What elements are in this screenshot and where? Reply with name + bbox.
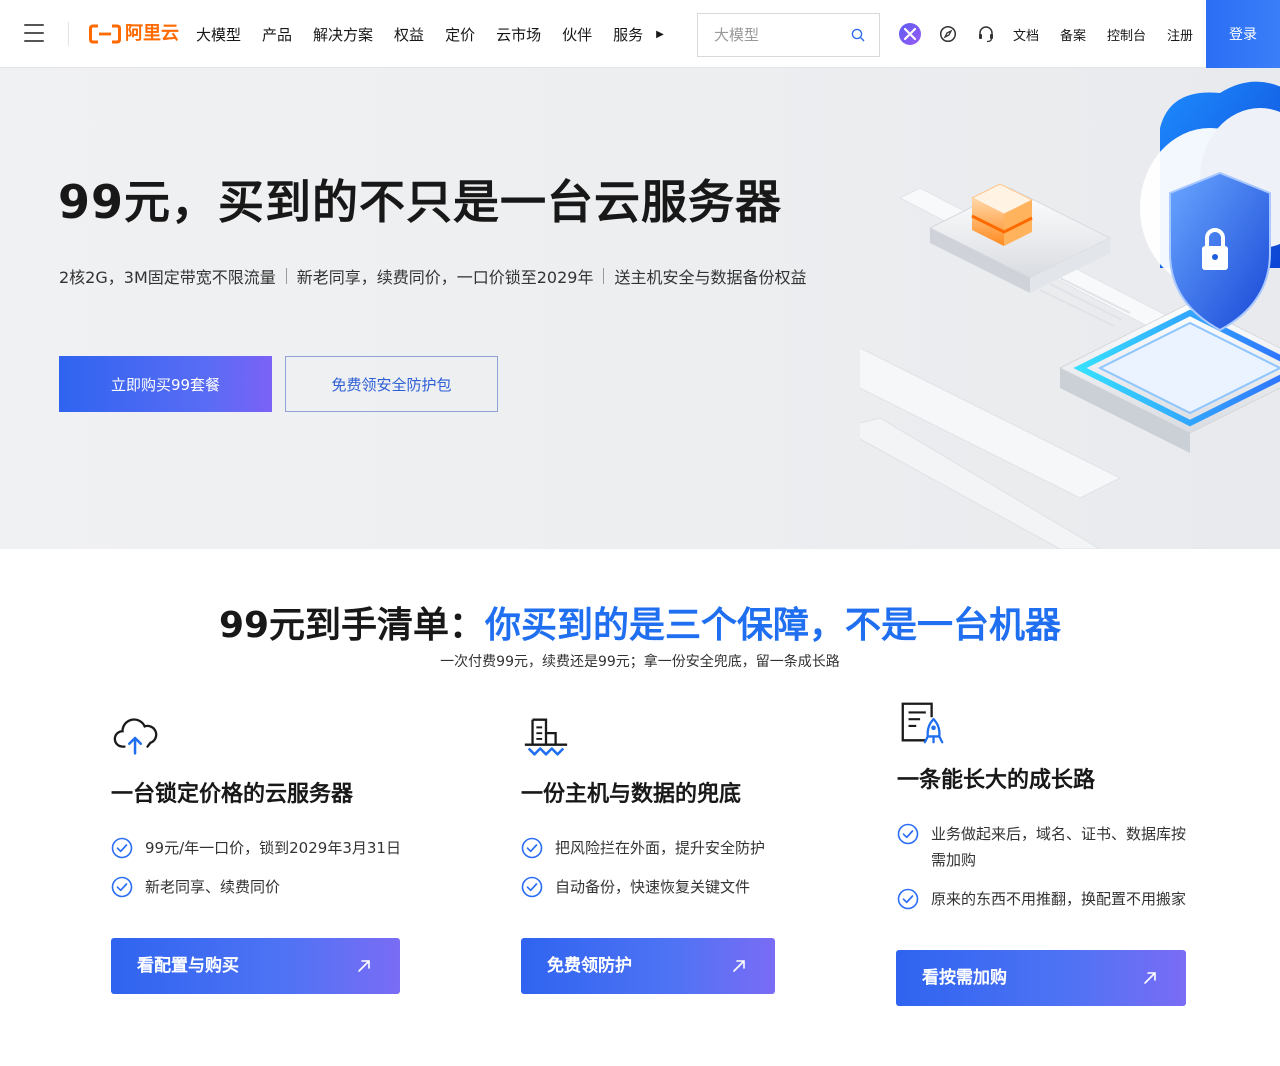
card-feature-text: 业务做起来后，域名、证书、数据库按需加购 (931, 825, 1187, 869)
buy-99-package-button[interactable]: 立即购买99套餐 (59, 356, 272, 412)
link-icp-filing[interactable]: 备案 (1060, 25, 1086, 44)
ai-assistant-icon[interactable] (898, 22, 922, 46)
card-feature: 自动备份，快速恢复关键文件 (521, 874, 821, 900)
benefit-card-security: 一份主机与数据的兜底 把风险拦在外面，提升安全防护 自动备份，快速恢复关键文件 (521, 712, 821, 898)
hero-subtitle-spec: 2核2G，3M固定带宽不限流量 (59, 268, 276, 287)
header-divider (68, 22, 69, 46)
check-circle-icon (521, 837, 543, 859)
button-label: 免费领防护 (547, 956, 632, 976)
check-circle-icon (897, 823, 919, 845)
compass-icon[interactable] (936, 22, 960, 46)
section-subtitle: 一次付费99元，续费还是99元；拿一份安全兜底，留一条成长路 (440, 654, 840, 670)
hero-subtitle-security-gift: 送主机安全与数据备份权益 (614, 268, 807, 287)
hero-title: 99元，买到的不只是一台云服务器 (58, 175, 783, 229)
hamburger-menu-icon[interactable] (24, 24, 44, 42)
card-feature: 原来的东西不用推翻，换配置不用搬家 (897, 886, 1197, 912)
benefit-card-server: 一台锁定价格的云服务器 99元/年一口价，锁到2029年3月31日 新老同享、续… (111, 712, 411, 898)
card-feature-text: 99元/年一口价，锁到2029年3月31日 (145, 839, 401, 857)
document-rocket-icon (901, 702, 944, 744)
card-title: 一条能长大的成长路 (897, 768, 1096, 793)
check-circle-icon (521, 876, 543, 898)
search-icon[interactable] (851, 28, 865, 42)
card-feature: 业务做起来后，域名、证书、数据库按需加购 (897, 821, 1187, 873)
card-feature-text: 把风险拦在外面，提升安全防护 (555, 839, 766, 857)
search-input[interactable] (698, 14, 848, 56)
nav-item-products[interactable]: 产品 (262, 24, 292, 45)
card-feature-text: 原来的东西不用推翻，换配置不用搬家 (931, 890, 1187, 908)
card-title: 一台锁定价格的云服务器 (111, 782, 354, 807)
top-navbar: 阿里云 大模型 产品 解决方案 权益 定价 云市场 伙伴 服务 ▶ 大模型 文档… (0, 0, 1280, 68)
card-feature: 新老同享、续费同价 (111, 874, 411, 900)
hero-subtitle-separator (285, 268, 287, 284)
card-feature: 99元/年一口价，锁到2029年3月31日 (111, 835, 411, 861)
check-circle-icon (111, 837, 133, 859)
link-register[interactable]: 注册 (1167, 25, 1193, 44)
nav-item-marketplace[interactable]: 云市场 (496, 24, 541, 45)
hero-subtitle-price-lock: 新老同享，续费同价，一口价锁至2029年 (296, 268, 594, 287)
nav-item-solutions[interactable]: 解决方案 (313, 24, 373, 45)
search-box (697, 13, 880, 57)
aliyun-logo-icon (89, 24, 121, 44)
arrow-up-right-icon (358, 960, 370, 972)
nav-item-services[interactable]: 服务 (613, 24, 643, 45)
card-feature-text: 新老同享、续费同价 (145, 878, 281, 896)
card-feature: 把风险拦在外面，提升安全防护 (521, 835, 821, 861)
section-title-prefix: 99元到手清单： (218, 605, 486, 646)
hero-subtitle-separator (603, 268, 605, 284)
cloud-security-illustration (860, 81, 1280, 549)
card-feature-text: 自动备份，快速恢复关键文件 (555, 878, 751, 896)
button-label: 看配置与购买 (137, 956, 239, 976)
view-config-buy-button[interactable]: 看配置与购买 (111, 938, 400, 994)
check-circle-icon (897, 888, 919, 910)
arrow-up-right-icon (1144, 972, 1156, 984)
free-security-pack-button[interactable]: 免费领安全防护包 (285, 356, 498, 412)
login-button[interactable]: 登录 (1206, 0, 1280, 68)
button-label: 看按需加购 (922, 968, 1007, 988)
hero-banner: 99元，买到的不只是一台云服务器 2核2G，3M固定带宽不限流量 新老同享，续费… (0, 68, 1280, 549)
nav-item-partners[interactable]: 伙伴 (562, 24, 592, 45)
aliyun-logo[interactable]: 阿里云 (89, 20, 179, 48)
nav-item-models[interactable]: 大模型 (196, 24, 241, 45)
main-nav: 大模型 产品 解决方案 权益 定价 云市场 伙伴 服务 ▶ (196, 0, 664, 68)
check-circle-icon (111, 876, 133, 898)
cloud-upload-icon (113, 718, 158, 755)
link-docs[interactable]: 文档 (1013, 25, 1039, 44)
nav-more-arrow-icon[interactable]: ▶ (656, 29, 664, 40)
building-shield-icon (524, 718, 568, 756)
arrow-up-right-icon (733, 960, 745, 972)
header-links: 文档 备案 控制台 注册 (1013, 0, 1214, 68)
hero-subtitle: 2核2G，3M固定带宽不限流量 新老同享，续费同价，一口价锁至2029年 送主机… (59, 264, 807, 288)
benefit-card-growth: 一条能长大的成长路 业务做起来后，域名、证书、数据库按需加购 原来的东西不用推翻… (897, 698, 1197, 910)
card-title: 一份主机与数据的兜底 (521, 782, 742, 807)
nav-item-pricing[interactable]: 定价 (445, 24, 475, 45)
link-console[interactable]: 控制台 (1107, 25, 1146, 44)
view-addons-button[interactable]: 看按需加购 (896, 950, 1186, 1006)
free-protection-button[interactable]: 免费领防护 (521, 938, 775, 994)
headset-icon[interactable] (974, 22, 998, 46)
logo-text: 阿里云 (125, 23, 179, 44)
section-title: 99元到手清单：你买到的是三个保障，不是一台机器 (0, 596, 1280, 648)
section-title-highlight: 你买到的是三个保障，不是一台机器 (485, 605, 1062, 646)
nav-item-benefits[interactable]: 权益 (394, 24, 424, 45)
header-icon-group (898, 22, 1012, 46)
